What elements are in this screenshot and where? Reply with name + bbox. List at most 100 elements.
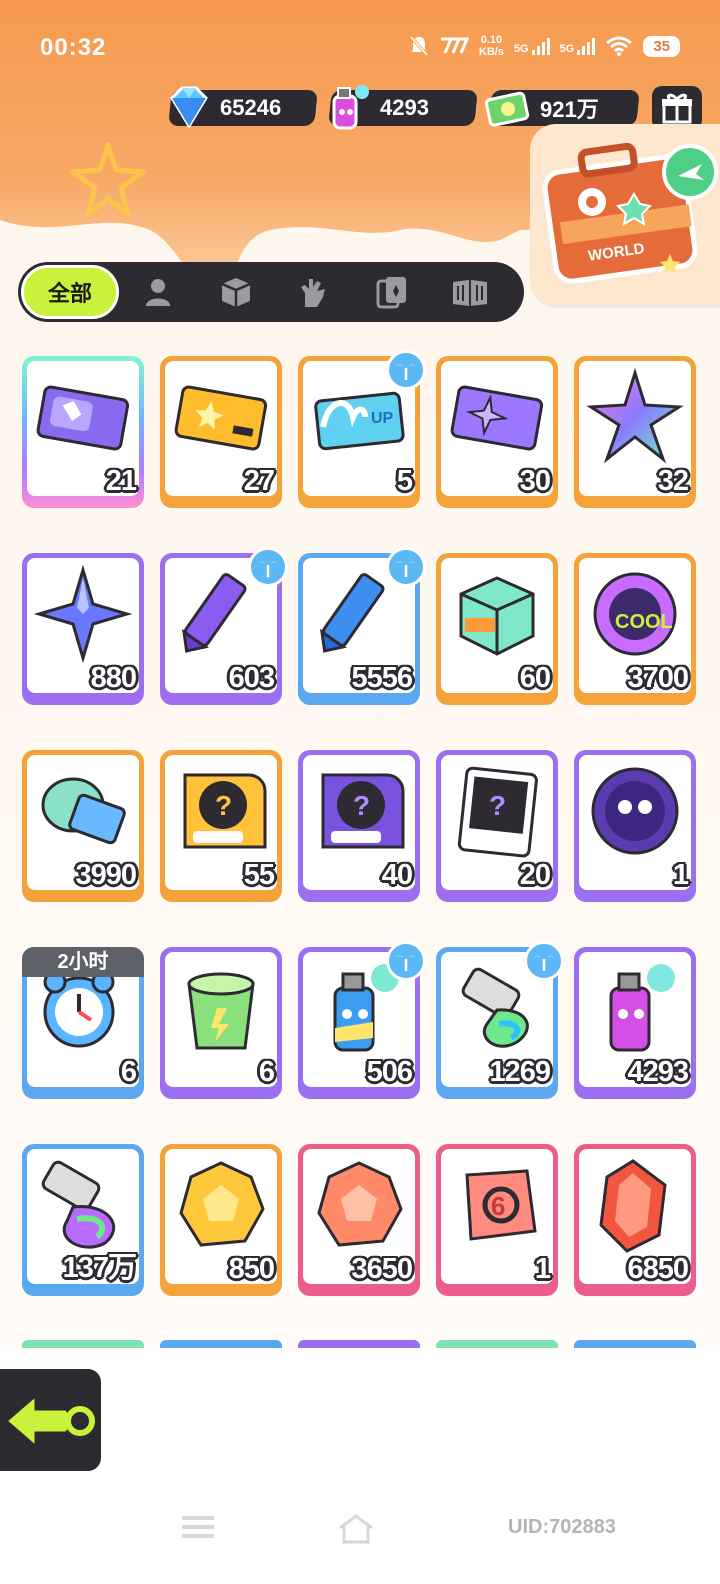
season-ticket-icon <box>41 777 126 845</box>
star-ticket-icon <box>450 385 544 451</box>
tab-book[interactable] <box>431 262 509 322</box>
inventory-item[interactable]: ? 20 <box>436 750 558 902</box>
net-speed-value: 0.10 <box>480 34 503 46</box>
diamond-icon <box>170 86 208 129</box>
inventory-item[interactable]: 1269 <box>436 941 564 1099</box>
battery-indicator: 35 <box>643 35 680 57</box>
tab-hand[interactable] <box>275 262 353 322</box>
item-quantity: 3650 <box>351 1253 413 1285</box>
green-cup-icon <box>187 972 255 1050</box>
palm-tree-icon <box>258 561 278 577</box>
inventory-item[interactable]: 6850 <box>574 1144 696 1296</box>
inventory-item[interactable]: ? 55 <box>160 750 282 902</box>
item-quantity: 3990 <box>75 859 137 891</box>
tab-all[interactable]: 全部 <box>21 265 119 319</box>
signal-2-label: 5G <box>559 42 575 55</box>
status-time: 00:32 <box>40 34 107 61</box>
item-quantity: 1 <box>672 859 689 891</box>
currency-diamond[interactable]: 65246 <box>168 86 318 129</box>
tab-person[interactable] <box>119 262 197 322</box>
inventory-item[interactable]: UP 5 <box>298 350 426 508</box>
item-quantity: 55 <box>243 859 275 891</box>
menu-nav-icon[interactable] <box>182 1514 214 1545</box>
signal-1-label: 5G <box>513 42 529 55</box>
inventory-item[interactable]: 3650 <box>298 1144 420 1296</box>
back-button[interactable]: BACK <box>0 1366 104 1474</box>
item-quantity: 32 <box>657 465 689 497</box>
blue-star-icon <box>33 564 133 664</box>
paint-tube-rainbow-icon <box>41 1160 116 1249</box>
inventory-item[interactable]: 4293 <box>574 947 696 1099</box>
currency-diamond-value: 65246 <box>220 95 282 120</box>
palm-tree-icon <box>396 561 416 577</box>
inventory-item[interactable]: 27 <box>160 356 282 508</box>
inventory-item[interactable]: 32 <box>574 356 696 508</box>
orange-gem-icon <box>317 1161 403 1247</box>
book-icon <box>453 280 487 306</box>
item-quantity: 27 <box>243 465 275 497</box>
inventory-item[interactable]: 3990 <box>22 750 144 902</box>
inventory-item[interactable]: 5556 <box>298 547 426 705</box>
item-quantity: 4293 <box>627 1056 689 1088</box>
tab-cards[interactable] <box>353 262 431 322</box>
item-quantity: 3700 <box>627 662 689 694</box>
color-box-icon <box>459 576 535 656</box>
item-quantity: 6 <box>258 1056 275 1088</box>
item-quantity: 5 <box>396 465 413 497</box>
palm-tree-icon <box>396 955 416 971</box>
spray-can-icon <box>332 85 369 130</box>
inventory-item[interactable]: ? 40 <box>298 750 420 902</box>
purple-ticket-icon <box>36 385 130 451</box>
yellow-gem-icon <box>179 1161 265 1247</box>
gold-ticket-icon <box>174 385 268 451</box>
mpets-coin-icon <box>591 767 679 855</box>
carrier-logo-icon <box>440 37 469 54</box>
inventory-item[interactable]: 61 <box>436 1144 558 1296</box>
summer-badge <box>386 547 426 587</box>
inventory-item[interactable]: 137万 <box>22 1144 144 1296</box>
currency-spray-value: 4293 <box>380 95 429 120</box>
inventory-item[interactable]: 506 <box>298 941 426 1099</box>
item-quantity: 6850 <box>627 1253 689 1285</box>
inventory-item[interactable]: 1 <box>574 750 696 902</box>
tab-box[interactable] <box>197 262 275 322</box>
inventory-item[interactable]: 30 <box>436 356 558 508</box>
svg-text:?: ? <box>215 790 232 821</box>
inventory-item[interactable]: 880 <box>22 553 144 705</box>
item-quantity: 40 <box>381 859 413 891</box>
star-doodle-icon <box>70 142 146 218</box>
item-quantity: 20 <box>519 859 551 891</box>
inventory-item[interactable]: 6 2小时 <box>22 947 144 1099</box>
next-row-peek <box>22 1340 698 1350</box>
inventory-item[interactable]: COOL 3700 <box>574 553 696 705</box>
inventory-item[interactable]: 603 <box>160 547 288 705</box>
inventory-item[interactable]: 21 <box>22 356 144 508</box>
pink-spray-can-icon <box>609 964 675 1052</box>
signal-2: 5G <box>559 37 596 55</box>
inventory-item[interactable]: 60 <box>436 553 558 705</box>
status-bar: 00:32 0.10 KB/s 5G 5G 35 <box>0 0 720 90</box>
inventory-item[interactable]: 850 <box>160 1144 282 1296</box>
currency-cash-value: 921万 <box>540 97 599 122</box>
currency-spray[interactable]: 4293 <box>328 85 478 130</box>
signal-bars-icon <box>531 37 550 55</box>
inventory-item[interactable]: 6 <box>160 947 282 1099</box>
signal-bars-icon <box>577 37 596 55</box>
item-quantity: 880 <box>90 662 137 694</box>
svg-text:?: ? <box>489 790 506 821</box>
status-icons: 0.10 KB/s 5G 5G 35 <box>409 34 680 58</box>
item-quantity: 21 <box>105 465 137 497</box>
item-quantity: 6 <box>120 1056 137 1088</box>
dice-block-icon: 6 <box>465 1169 537 1241</box>
mute-bell-icon <box>409 36 428 56</box>
item-quantity: 1 <box>534 1253 551 1285</box>
gold-deity-mystery-icon: ? <box>183 773 267 849</box>
cards-icon <box>376 277 406 309</box>
item-quantity: 60 <box>519 662 551 694</box>
item-quantity: 506 <box>366 1056 413 1088</box>
currency-cash[interactable]: 921万 <box>484 90 640 127</box>
rainbow-star-icon <box>586 367 684 464</box>
cash-icon <box>484 91 530 127</box>
world-travel-card[interactable]: WORLD <box>530 124 720 304</box>
home-nav-icon[interactable] <box>338 1514 374 1549</box>
